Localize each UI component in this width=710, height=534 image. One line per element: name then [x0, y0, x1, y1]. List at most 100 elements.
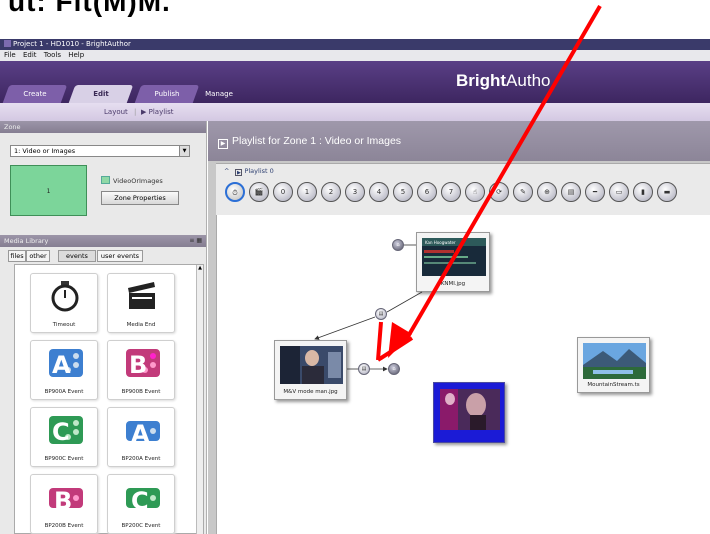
bp200a-icon: A [126, 420, 160, 447]
app-header: BrightAutho Create Edit Publish Manage [0, 61, 710, 103]
svg-text:B: B [129, 351, 147, 379]
library-item-bp900b[interactable]: B BP900B Event [107, 340, 175, 400]
selected-thumbnail [440, 389, 500, 430]
tab-publish[interactable]: Publish [134, 85, 200, 103]
subnav-separator: | [134, 108, 137, 116]
screenshot-root: ut: Fit(M)M. Project 1 - HD1010 - Bright… [0, 0, 710, 534]
library-item-bp200a[interactable]: A BP200A Event [107, 407, 175, 467]
playlist-title: ▶ Playlist for Zone 1 : Video or Images [218, 135, 401, 149]
zone-panel-header: Zone [0, 121, 206, 133]
lib-tab-other[interactable]: other [26, 250, 50, 262]
brand-logo: BrightAutho [456, 71, 551, 90]
menu-bar: File Edit Tools Help [0, 50, 710, 61]
state-mountain-stream[interactable]: MountainStream.ts [577, 337, 650, 393]
edit-event-button[interactable]: ✎ [513, 182, 533, 202]
library-item-label: Timeout [52, 322, 76, 328]
keyboard-event-button[interactable]: ▭ [609, 182, 629, 202]
playlist-header: ▶ Playlist for Zone 1 : Video or Images [208, 121, 710, 161]
library-item-label: BP900B Event [121, 389, 161, 395]
svg-text:A: A [52, 351, 71, 379]
zone-properties-button[interactable]: Zone Properties [101, 191, 179, 205]
library-item-bp200c[interactable]: C BP200C Event [107, 474, 175, 534]
library-item-bp900c[interactable]: C BP900C Event [30, 407, 98, 467]
key-4-button[interactable]: 4 [369, 182, 389, 202]
svg-text:B: B [54, 487, 72, 514]
playlist-icon: ▶ [235, 169, 243, 176]
library-item-bp200b[interactable]: B BP200B Event [30, 474, 98, 534]
library-item-label: Media End [126, 322, 156, 328]
view-toggle-icon[interactable]: ≡ ▦ [189, 237, 202, 244]
tab-manage[interactable]: Manage [204, 85, 234, 103]
menu-help[interactable]: Help [68, 51, 84, 59]
cropped-heading: ut: Fit(M)M. [0, 0, 710, 26]
library-item-timeout[interactable]: Timeout [30, 273, 98, 333]
scroll-up-icon[interactable]: ▲ [197, 265, 203, 272]
library-scrollbar[interactable]: ▲ [196, 265, 203, 534]
media-library-title: Media Library [0, 235, 206, 247]
key-0-button[interactable]: 0 [273, 182, 293, 202]
line-event-button[interactable]: ━ [585, 182, 605, 202]
lib-tab-files[interactable]: files [8, 250, 26, 262]
home-state-icon[interactable]: ⌂ [392, 239, 404, 251]
key-5-button[interactable]: 5 [393, 182, 413, 202]
playlist-canvas[interactable]: ⌂ Kan Hoogwater KNMI.jpg M&V mode man.jp… [216, 215, 710, 534]
library-item-label: BP200A Event [121, 456, 161, 462]
svg-text:C: C [52, 418, 70, 446]
bar-event-button[interactable]: ▬ [657, 182, 677, 202]
tab-create[interactable]: Create [2, 85, 68, 103]
library-item-label: BP900C Event [44, 456, 84, 462]
svg-text:C: C [131, 487, 149, 514]
state-selected[interactable] [433, 382, 505, 443]
timeout-transition-icon[interactable]: ▤ [375, 308, 387, 320]
bp900c-icon: C [49, 416, 83, 446]
library-item-label: BP200C Event [121, 523, 161, 529]
library-item-label: BP200B Event [44, 523, 84, 529]
state-caption: M&V mode man.jpg [283, 389, 338, 395]
mountain-thumbnail [583, 343, 646, 379]
lib-tab-events[interactable]: events [58, 250, 96, 262]
menu-edit[interactable]: Edit [23, 51, 37, 59]
subnav-layout[interactable]: Layout [104, 103, 128, 121]
playlist-tab[interactable]: ^ ▶ Playlist 0 [224, 167, 274, 176]
device-event-button[interactable]: ▮ [633, 182, 653, 202]
refresh-event-button[interactable]: ⟳ [489, 182, 509, 202]
state-caption: KNMI.jpg [440, 281, 466, 287]
key-1-button[interactable]: 1 [297, 182, 317, 202]
key-2-button[interactable]: 2 [321, 182, 341, 202]
home-state-icon[interactable]: ⌂ [388, 363, 400, 375]
media-end-event-button[interactable]: 🎬 [249, 182, 269, 202]
state-mv-mode-man[interactable]: M&V mode man.jpg [274, 340, 347, 400]
zone-dropdown[interactable]: 1: Video or Images ▼ [10, 145, 190, 157]
add-event-button[interactable]: ⊕ [537, 182, 557, 202]
state-caption: MountainStream.ts [587, 382, 640, 388]
lib-tab-user-events[interactable]: user events [97, 250, 143, 262]
chevron-down-icon[interactable]: ▼ [179, 146, 189, 156]
key-6-button[interactable]: 6 [417, 182, 437, 202]
library-item-bp900a[interactable]: A BP900A Event [30, 340, 98, 400]
library-item-media-end[interactable]: Media End [107, 273, 175, 333]
stopwatch-icon [51, 281, 79, 312]
state-knmi[interactable]: Kan Hoogwater KNMI.jpg [416, 232, 490, 292]
key-3-button[interactable]: 3 [345, 182, 365, 202]
tab-edit[interactable]: Edit [68, 85, 134, 103]
subnav-playlist[interactable]: ▶ Playlist [141, 103, 174, 121]
menu-tools[interactable]: Tools [44, 51, 61, 59]
bp900a-icon: A [49, 349, 83, 379]
zone-type: VideoOrImages [101, 176, 163, 185]
zone-thumbnail[interactable]: 1 [10, 165, 87, 216]
collapse-caret-icon[interactable]: ^ [224, 167, 229, 175]
bp200b-icon: B [49, 487, 83, 514]
key-7-button[interactable]: 7 [441, 182, 461, 202]
window-titlebar: Project 1 - HD1010 - BrightAuthor [0, 39, 710, 50]
timeout-event-button[interactable]: ⏱ [225, 182, 245, 202]
library-item-label: BP900A Event [44, 389, 84, 395]
list-event-button[interactable]: ▤ [561, 182, 581, 202]
media-library-header: Media Library ≡ ▦ [0, 235, 206, 247]
window-title: Project 1 - HD1010 - BrightAuthor [13, 40, 131, 48]
clapperboard-icon [128, 282, 155, 309]
touch-event-button[interactable]: ☝ [465, 182, 485, 202]
menu-file[interactable]: File [4, 51, 16, 59]
zone-dropdown-value: 1: Video or Images [14, 147, 76, 155]
event-transition-icon[interactable]: ▤ [358, 363, 370, 375]
zone-color-chip [101, 176, 110, 184]
